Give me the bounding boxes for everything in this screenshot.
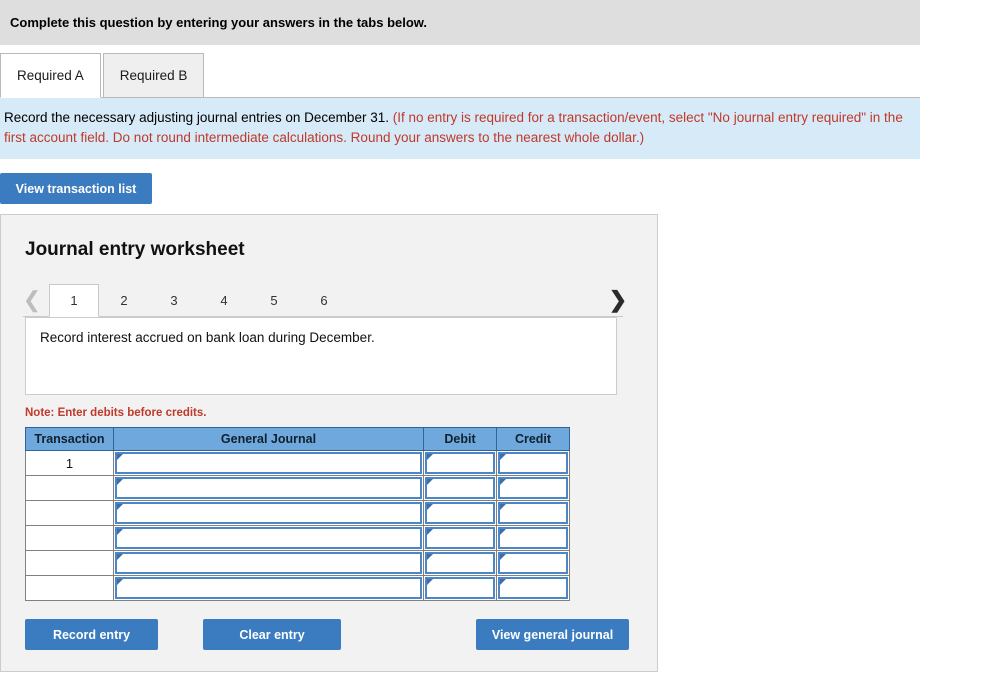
pager-tab-5[interactable]: 5 bbox=[249, 284, 299, 317]
cell-debit-2[interactable] bbox=[423, 475, 497, 502]
debit-input-3[interactable] bbox=[425, 502, 495, 525]
pager-tab-3[interactable]: 3 bbox=[149, 284, 199, 317]
pager-tabs: 1 2 3 4 5 6 bbox=[49, 284, 349, 318]
table-row: 1 bbox=[25, 450, 570, 477]
cell-debit-1[interactable] bbox=[423, 450, 497, 477]
cell-credit-2[interactable] bbox=[496, 475, 570, 502]
pager-tab-4-label: 4 bbox=[220, 293, 228, 309]
table-header-row: Transaction General Journal Debit Credit bbox=[25, 427, 570, 452]
cell-debit-5[interactable] bbox=[423, 550, 497, 577]
view-general-journal-button[interactable]: View general journal bbox=[476, 619, 629, 651]
cell-transaction-6 bbox=[25, 575, 114, 602]
cell-debit-3[interactable] bbox=[423, 500, 497, 527]
table-row bbox=[25, 525, 570, 552]
cell-transaction-5 bbox=[25, 550, 114, 577]
chevron-right-icon[interactable]: ❯ bbox=[601, 283, 635, 317]
debit-input-1[interactable] bbox=[425, 452, 495, 475]
cell-general-journal-1[interactable] bbox=[113, 450, 424, 477]
pager-tab-2-label: 2 bbox=[120, 293, 128, 309]
cell-credit-4[interactable] bbox=[496, 525, 570, 552]
worksheet-footer: Record entry Clear entry View general jo… bbox=[25, 619, 629, 651]
credit-input-3[interactable] bbox=[498, 502, 568, 525]
pager-tab-1[interactable]: 1 bbox=[49, 284, 99, 318]
credit-input-5[interactable] bbox=[498, 552, 568, 575]
general-journal-input-3[interactable] bbox=[115, 502, 422, 525]
cell-credit-6[interactable] bbox=[496, 575, 570, 602]
clear-entry-button[interactable]: Clear entry bbox=[203, 619, 341, 651]
worksheet-pager: ❮ 1 2 3 4 5 6 ❯ bbox=[1, 281, 657, 318]
credit-input-2[interactable] bbox=[498, 477, 568, 500]
credit-input-6[interactable] bbox=[498, 577, 568, 600]
tab-strip: Required A Required B bbox=[0, 45, 920, 98]
cell-credit-5[interactable] bbox=[496, 550, 570, 577]
tab-required-b[interactable]: Required B bbox=[102, 53, 205, 98]
transaction-description-text: Record interest accrued on bank loan dur… bbox=[40, 330, 375, 346]
table-row bbox=[25, 575, 570, 602]
pager-tab-1-label: 1 bbox=[70, 293, 78, 309]
cell-debit-6[interactable] bbox=[423, 575, 497, 602]
cell-general-journal-4[interactable] bbox=[113, 525, 424, 552]
view-transaction-list-button[interactable]: View transaction list bbox=[0, 173, 152, 205]
chevron-left-icon[interactable]: ❮ bbox=[15, 283, 49, 317]
top-instruction-text: Complete this question by entering your … bbox=[10, 15, 428, 30]
record-entry-button[interactable]: Record entry bbox=[25, 619, 158, 651]
table-row bbox=[25, 475, 570, 502]
column-header-credit: Credit bbox=[496, 427, 570, 452]
journal-entry-worksheet-panel: Journal entry worksheet ❮ 1 2 3 4 5 6 ❯ … bbox=[0, 214, 658, 673]
debits-before-credits-note: Note: Enter debits before credits. bbox=[25, 407, 207, 420]
pager-tab-4[interactable]: 4 bbox=[199, 284, 249, 317]
pager-tab-6[interactable]: 6 bbox=[299, 284, 349, 317]
pager-tab-3-label: 3 bbox=[170, 293, 178, 309]
transaction-description-box: Record interest accrued on bank loan dur… bbox=[25, 317, 617, 396]
pager-tab-5-label: 5 bbox=[270, 293, 278, 309]
cell-general-journal-5[interactable] bbox=[113, 550, 424, 577]
top-instruction-bar: Complete this question by entering your … bbox=[0, 0, 920, 45]
cell-credit-3[interactable] bbox=[496, 500, 570, 527]
general-journal-input-2[interactable] bbox=[115, 477, 422, 500]
pager-tab-2[interactable]: 2 bbox=[99, 284, 149, 317]
table-row bbox=[25, 500, 570, 527]
toolbar: View transaction list bbox=[0, 159, 988, 214]
debit-input-2[interactable] bbox=[425, 477, 495, 500]
pager-tab-6-label: 6 bbox=[320, 293, 328, 309]
general-journal-input-5[interactable] bbox=[115, 552, 422, 575]
table-row bbox=[25, 550, 570, 577]
cell-transaction-3 bbox=[25, 500, 114, 527]
tab-required-b-label: Required B bbox=[119, 68, 188, 83]
cell-general-journal-3[interactable] bbox=[113, 500, 424, 527]
general-journal-input-1[interactable] bbox=[115, 452, 422, 475]
instruction-panel: Record the necessary adjusting journal e… bbox=[0, 98, 920, 160]
cell-transaction-2 bbox=[25, 475, 114, 502]
cell-general-journal-6[interactable] bbox=[113, 575, 424, 602]
credit-input-4[interactable] bbox=[498, 527, 568, 550]
cell-transaction-1: 1 bbox=[25, 450, 114, 477]
worksheet-title: Journal entry worksheet bbox=[25, 239, 245, 261]
debit-input-5[interactable] bbox=[425, 552, 495, 575]
cell-general-journal-2[interactable] bbox=[113, 475, 424, 502]
tab-required-a[interactable]: Required A bbox=[0, 53, 101, 98]
debit-input-6[interactable] bbox=[425, 577, 495, 600]
cell-transaction-4 bbox=[25, 525, 114, 552]
cell-credit-1[interactable] bbox=[496, 450, 570, 477]
cell-debit-4[interactable] bbox=[423, 525, 497, 552]
column-header-debit: Debit bbox=[423, 427, 497, 452]
column-header-transaction: Transaction bbox=[25, 427, 114, 452]
journal-entry-table: Transaction General Journal Debit Credit… bbox=[25, 427, 570, 602]
debit-input-4[interactable] bbox=[425, 527, 495, 550]
tab-required-a-label: Required A bbox=[17, 68, 84, 83]
general-journal-input-4[interactable] bbox=[115, 527, 422, 550]
instruction-main-text: Record the necessary adjusting journal e… bbox=[4, 110, 389, 125]
general-journal-input-6[interactable] bbox=[115, 577, 422, 600]
column-header-general-journal: General Journal bbox=[113, 427, 424, 452]
credit-input-1[interactable] bbox=[498, 452, 568, 475]
